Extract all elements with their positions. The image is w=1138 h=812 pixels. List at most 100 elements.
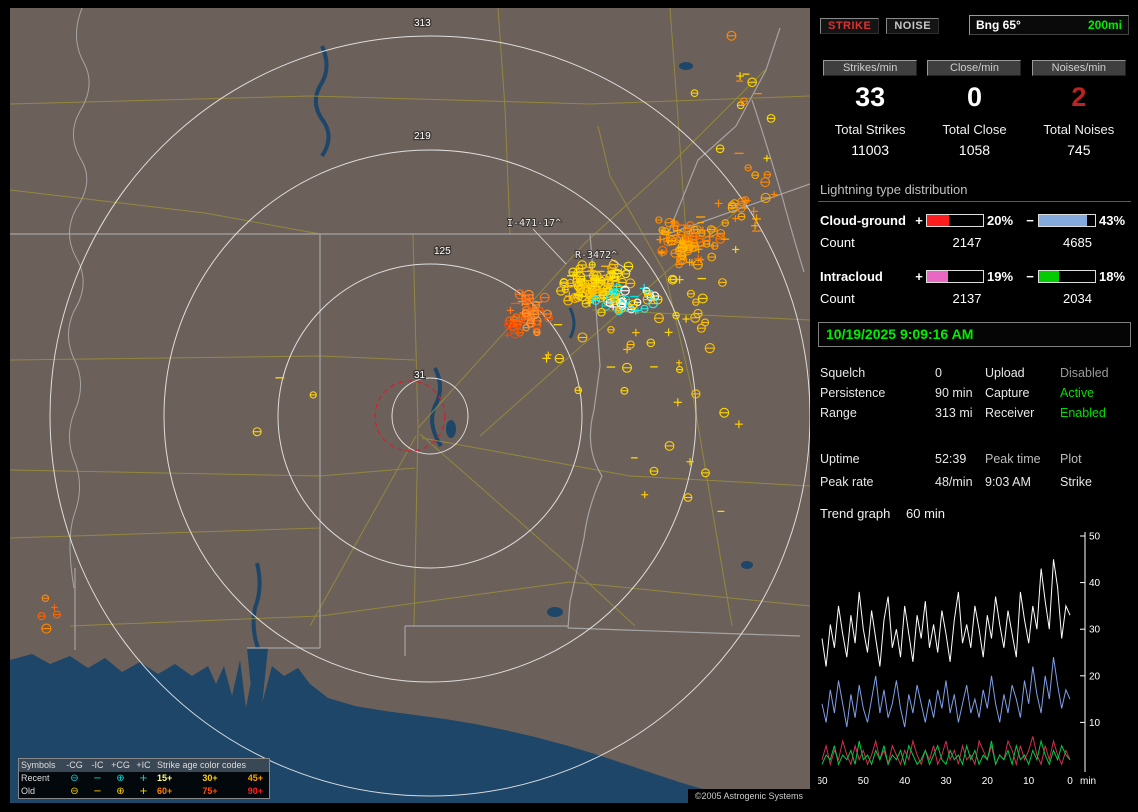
performance-row: Peak rate 48/min 9:03 AM Strike bbox=[818, 470, 1131, 493]
status-row: Squelch 0 Upload Disabled bbox=[818, 363, 1131, 383]
distribution-title: Lightning type distribution bbox=[818, 182, 1131, 202]
status-row-cell: Persistence bbox=[820, 386, 886, 400]
legend-symbol-glyph: − bbox=[93, 786, 102, 797]
stat-rate-value: 2 bbox=[1071, 82, 1087, 112]
datetime-value: 10/19/2025 9:09:16 AM bbox=[826, 326, 974, 342]
stat-total-label: Total Close bbox=[942, 122, 1007, 137]
negative-percent: 18% bbox=[1099, 268, 1126, 284]
legend-header-row: Symbols -CG -IC +CG +IC Strike age color code… bbox=[19, 759, 269, 772]
positive-count: 2137 bbox=[952, 291, 982, 306]
stat-total-value: 11003 bbox=[851, 142, 890, 158]
stat-total-label: Total Noises bbox=[1043, 122, 1115, 137]
stat-header-button[interactable]: Noises/min bbox=[1031, 60, 1126, 76]
stat-column: Strikes/min 33 Total Strikes 11003 bbox=[818, 60, 922, 158]
legend-row-label: Old bbox=[21, 786, 36, 796]
performance-row-cell: Strike bbox=[1060, 474, 1092, 489]
negative-bar bbox=[1038, 269, 1096, 283]
distribution-type-label: Cloud-ground bbox=[820, 212, 906, 228]
stat-total-value: 745 bbox=[1067, 142, 1091, 158]
range-ring-label: 125 bbox=[434, 246, 451, 257]
stat-rate-value: 33 bbox=[855, 82, 886, 112]
legend-symbol-glyph: ⊖ bbox=[70, 773, 79, 784]
count-label: Count bbox=[820, 235, 855, 250]
legend-row: Old ⊖ − ⊕ +60+ 75+ 90+ bbox=[19, 785, 269, 798]
noise-mode-button[interactable]: NOISE bbox=[886, 18, 940, 34]
performance-row-cell: Plot bbox=[1060, 451, 1082, 466]
positive-bar bbox=[926, 213, 984, 227]
performance-grid: Uptime 52:39 Peak time Plot Peak rate 48/min… bbox=[818, 447, 1131, 493]
legend-age-codes: 15+ 30+ 45+ bbox=[157, 773, 263, 783]
performance-row: Uptime 52:39 Peak time Plot bbox=[818, 447, 1131, 470]
performance-row-cell: 48/min bbox=[935, 474, 973, 489]
svg-text:20: 20 bbox=[1089, 671, 1101, 682]
svg-text:min: min bbox=[1080, 776, 1096, 787]
legend-row-label: Recent bbox=[21, 773, 50, 783]
svg-text:60: 60 bbox=[818, 776, 828, 787]
symbol-legend: Symbols -CG -IC +CG +IC Strike age color code… bbox=[18, 758, 270, 799]
legend-symbol-glyph: ⊕ bbox=[116, 773, 125, 784]
bearing-value: Bng 65° bbox=[976, 18, 1021, 32]
legend-row: Recent ⊖ − ⊕ +15+ 30+ 45+ bbox=[19, 772, 269, 785]
status-row-cell: 0 bbox=[935, 366, 942, 380]
performance-row-cell: 52:39 bbox=[935, 451, 967, 466]
trend-header: Trend graph 60 min bbox=[818, 506, 1131, 521]
positive-sign: + bbox=[915, 212, 923, 228]
status-row-cell: Receiver bbox=[985, 406, 1035, 420]
positive-bar bbox=[926, 269, 984, 283]
stat-header-button[interactable]: Close/min bbox=[927, 60, 1022, 76]
legend-symbol-glyph: ⊖ bbox=[70, 786, 79, 797]
strike-mode-button[interactable]: STRIKE bbox=[820, 18, 880, 34]
status-row-cell: 313 mi bbox=[935, 406, 973, 420]
legend-age-codes: 60+ 75+ 90+ bbox=[157, 786, 263, 796]
datetime-display: 10/19/2025 9:09:16 AM bbox=[818, 322, 1131, 347]
negative-sign: − bbox=[1026, 212, 1034, 228]
negative-count: 4685 bbox=[1063, 235, 1092, 250]
stat-column: Noises/min 2 Total Noises 745 bbox=[1027, 60, 1131, 158]
status-row-cell: Disabled bbox=[1060, 366, 1109, 380]
stat-header-button[interactable]: Strikes/min bbox=[823, 60, 918, 76]
storm-cell-label: R-3472^ bbox=[575, 250, 617, 261]
status-row-cell: Squelch bbox=[820, 366, 866, 380]
stat-rate-value: 0 bbox=[966, 82, 982, 112]
negative-bar bbox=[1038, 213, 1096, 227]
stat-total-label: Total Strikes bbox=[834, 122, 906, 137]
trend-window-value: 60 min bbox=[906, 506, 946, 521]
status-row-cell: Active bbox=[1060, 386, 1095, 400]
positive-count: 2147 bbox=[952, 235, 982, 250]
legend-age-title: Strike age color codes bbox=[157, 760, 247, 770]
count-label: Count bbox=[820, 291, 855, 306]
trend-series-white-line-total-strike-rate bbox=[821, 559, 1071, 667]
svg-text:10: 10 bbox=[1089, 718, 1101, 729]
status-row-cell: Range bbox=[820, 406, 857, 420]
trend-graph: 50 40 30 20 10 60 50 40 30 20 10 0 min bbox=[816, 526, 1131, 794]
positive-sign: + bbox=[915, 268, 923, 284]
trend-series-blue-line-secondary-rate bbox=[821, 657, 1071, 728]
bearing-range-display: Bng 65° 200mi bbox=[969, 15, 1129, 35]
distribution-row: Intracloud + 19% − 18% bbox=[818, 268, 1131, 284]
lightning-map[interactable]: 313 219 125 31 I-471-17^ R-3472^ Symbols -CG -I… bbox=[10, 8, 810, 803]
map-canvas[interactable]: 313 219 125 31 I-471-17^ R-3472^ bbox=[10, 8, 810, 803]
legend-symbol-glyph: − bbox=[93, 773, 102, 784]
svg-text:20: 20 bbox=[982, 776, 994, 787]
status-row-cell: Upload bbox=[985, 366, 1025, 380]
stat-column: Close/min 0 Total Close 1058 bbox=[922, 60, 1026, 158]
control-panel: STRIKE NOISE Bng 65° 200mi Strikes/min 33… bbox=[816, 8, 1131, 804]
negative-percent: 43% bbox=[1099, 212, 1126, 228]
storm-cell-label: I-471-17^ bbox=[507, 218, 561, 229]
range-value: 200mi bbox=[1087, 18, 1122, 32]
legend-symbol-type: +CG bbox=[111, 760, 130, 770]
negative-sign: − bbox=[1026, 268, 1034, 284]
trend-graph-label: Trend graph bbox=[820, 506, 891, 521]
svg-text:50: 50 bbox=[1089, 532, 1101, 543]
mode-toolbar: STRIKE NOISE Bng 65° 200mi bbox=[820, 15, 1129, 35]
distribution-count-row: Count 2137 2034 bbox=[818, 291, 1131, 306]
rate-stats: Strikes/min 33 Total Strikes 11003 Close… bbox=[818, 60, 1131, 158]
copyright-text: ©2005 Astrogenic Systems bbox=[687, 789, 810, 803]
negative-count: 2034 bbox=[1063, 291, 1092, 306]
svg-text:0: 0 bbox=[1067, 776, 1073, 787]
legend-symbol-type: -IC bbox=[91, 760, 104, 770]
svg-text:10: 10 bbox=[1023, 776, 1035, 787]
status-grid: Squelch 0 Upload Disabled Persistence 90 min… bbox=[818, 363, 1131, 423]
legend-symbol-glyph: ⊕ bbox=[116, 786, 125, 797]
legend-symbol-type: +IC bbox=[136, 760, 151, 770]
